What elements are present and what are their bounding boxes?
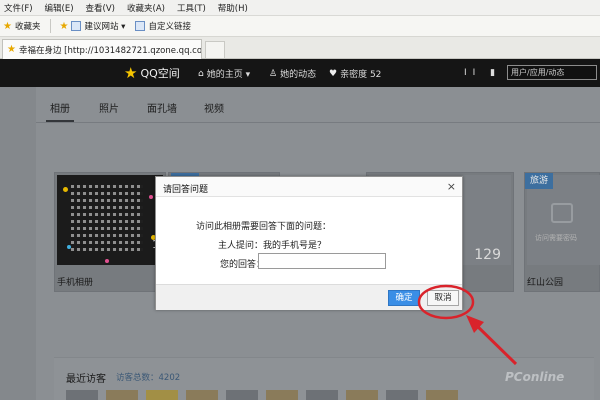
tab-albums[interactable]: 相册 [50,100,70,115]
cancel-button[interactable]: 取消 [427,290,459,306]
avatar[interactable] [426,390,458,400]
user-icon: ♙ [269,68,278,79]
album-cover-qrcode: 1 [57,175,163,265]
tab-face-wall[interactable]: 面孔墙 [147,100,177,115]
tab-photos[interactable]: 照片 [99,100,119,115]
dialog-question: 主人提问：我的手机号是？ [218,241,327,251]
new-tab-button[interactable] [205,41,225,58]
fav-link-custom[interactable]: 自定义链接 [135,20,191,32]
watermark-logo: PConline [505,370,565,384]
close-icon[interactable]: × [447,180,456,193]
tab-videos[interactable]: 视频 [204,100,224,115]
avatar[interactable] [346,390,378,400]
nav-intimacy[interactable]: ♥ 亲密度 52 [329,67,382,81]
fav-link-suggested-label: 建议网站 ▾ [84,22,126,32]
nav-intimacy-label: 亲密度 52 [340,70,382,80]
avatar[interactable] [306,390,338,400]
search-input[interactable]: 用户/应用/动态 [507,65,597,80]
visitors-total[interactable]: 访客总数：4202 [116,371,180,383]
menu-view[interactable]: 查看(V) [86,2,115,14]
qzone-logo[interactable]: ★ QQ空间 [124,64,180,82]
avatar[interactable] [386,390,418,400]
dialog-header: 请回答问题 × [156,177,462,197]
menu-favorites[interactable]: 收藏夹(A) [127,2,165,14]
confirm-button[interactable]: 确定 [388,290,420,306]
avatar[interactable] [66,390,98,400]
dialog-title: 请回答问题 [163,185,209,195]
album-card-travel[interactable]: 访问需要密码 旅游 红山公园 [524,172,600,292]
lock-icon [551,203,573,223]
tab-qzone-title: 幸福在身边 [http://1031482721.qzone.qq.com] [18,45,202,56]
album-title: 手机相册 [57,278,94,288]
home-icon: ⌂ [198,68,204,79]
album-card-phone[interactable]: 1 手机相册 [54,172,166,292]
answer-input[interactable] [258,253,386,269]
nav-app-icons[interactable]: II ▮ [464,68,501,78]
answer-question-dialog: 请回答问题 × 访问此相册需要回答下面的问题： 主人提问：我的手机号是？ 您的回… [155,176,463,310]
qzone-logo-text: QQ空间 [140,67,180,80]
favbar-divider [50,19,52,33]
star-icon: ★ [3,20,12,32]
nav-her-home[interactable]: ⌂ 她的主页 ▾ [198,67,251,81]
star-icon: ★ [7,44,16,55]
visitor-avatars [66,390,466,400]
fav-link-custom-label: 自定义链接 [148,22,191,32]
menu-edit[interactable]: 编辑(E) [45,2,74,14]
avatar[interactable] [266,390,298,400]
qzone-star-icon: ★ [124,64,138,82]
favorites-bar: ★ 收藏夹 ★ 建议网站 ▾ 自定义链接 [0,16,600,37]
browser-tabbar: ★ 幸福在身边 [http://1031482721.qzone.qq.com] [0,37,600,59]
album-title: 红山公园 [527,278,564,288]
menu-help[interactable]: 帮助(H) [218,2,248,14]
page-icon [71,21,82,31]
dialog-intro: 访问此相册需要回答下面的问题： [196,222,332,232]
menu-tools[interactable]: 工具(T) [177,2,206,14]
avatar[interactable] [106,390,138,400]
album-tag-travel: 旅游 [525,173,553,189]
nav-her-feed[interactable]: ♙ 她的动态 [269,67,317,81]
fav-link-suggested[interactable]: ★ 建议网站 ▾ [59,20,126,33]
tabs-divider [36,122,600,123]
favorites-button[interactable]: ★ 收藏夹 [3,20,41,33]
qr-pattern-overlay [71,183,143,255]
avatar[interactable] [226,390,258,400]
visitors-title: 最近访客 [66,374,106,385]
page-icon [135,21,146,31]
heart-icon: ♥ [329,68,338,79]
add-favorite-icon[interactable]: ★ [59,21,68,32]
dialog-footer: 确定 取消 [156,284,462,310]
password-hint: 访问需要密码 [535,234,577,242]
qzone-navbar: ★ QQ空间 ⌂ 她的主页 ▾ ♙ 她的动态 ♥ 亲密度 52 II ▮ 用户/… [0,59,600,87]
tab-qzone[interactable]: ★ 幸福在身边 [http://1031482721.qzone.qq.com] [2,39,202,59]
album-photo-count: 129 [474,247,501,263]
browser-menubar: 文件(F) 编辑(E) 查看(V) 收藏夹(A) 工具(T) 帮助(H) [0,0,600,16]
avatar[interactable] [186,390,218,400]
avatar[interactable] [146,390,178,400]
album-subtabs: 相册 照片 面孔墙 视频 [36,87,600,123]
menu-file[interactable]: 文件(F) [4,2,33,14]
nav-her-feed-label: 她的动态 [280,70,317,80]
favorites-label: 收藏夹 [14,22,41,32]
nav-her-home-label: 她的主页 ▾ [206,70,251,80]
